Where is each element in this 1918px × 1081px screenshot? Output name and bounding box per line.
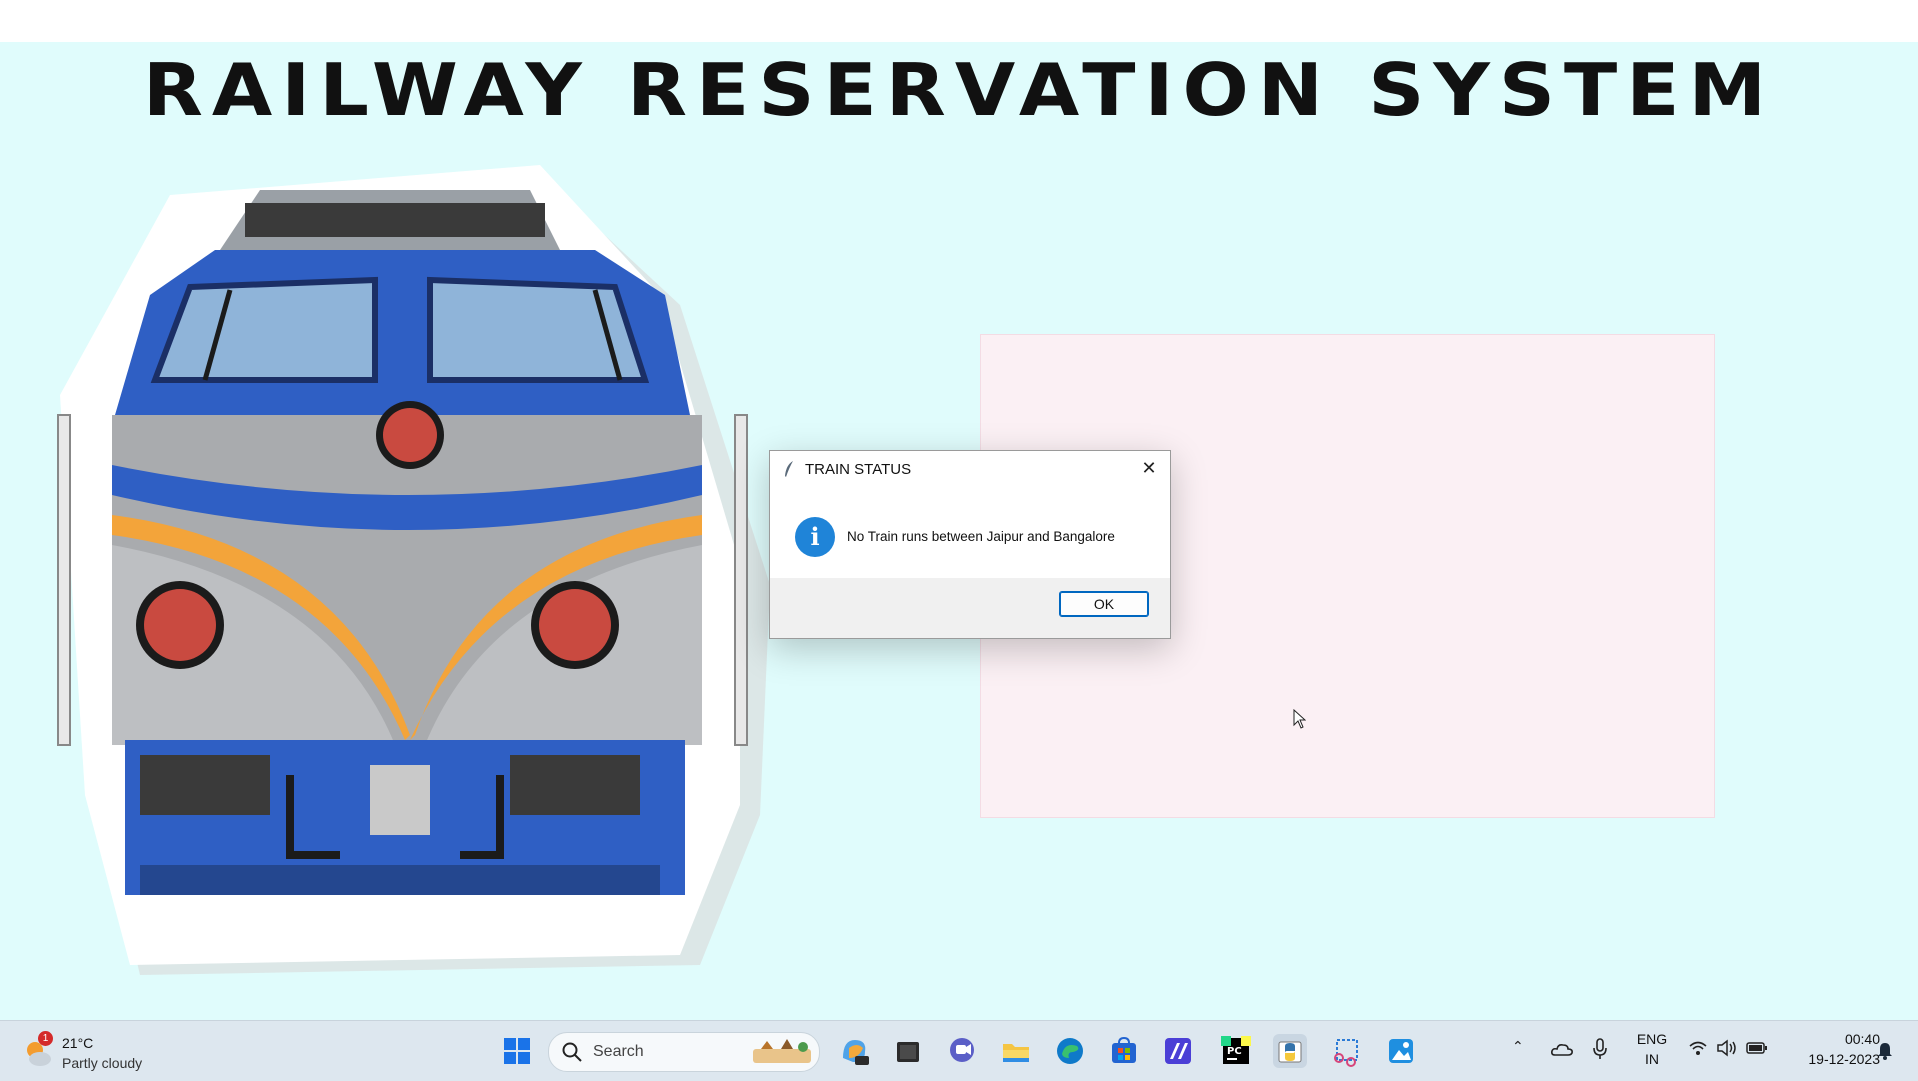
show-hidden-icons-chevron-icon[interactable]: ⌃ (1512, 1039, 1530, 1057)
copilot-icon[interactable] (837, 1034, 871, 1068)
notification-bell-icon[interactable] (1876, 1041, 1894, 1061)
dialog-titlebar[interactable]: TRAIN STATUS ✕ (770, 451, 1170, 487)
clock-date[interactable]: 19-12-2023 (1780, 1051, 1880, 1067)
onedrive-cloud-icon[interactable] (1550, 1039, 1574, 1059)
ok-button[interactable]: OK (1059, 591, 1149, 617)
dialog-title: TRAIN STATUS (805, 461, 912, 478)
dialog-message: No Train runs between Jaipur and Bangalo… (847, 529, 1115, 544)
clock-time[interactable]: 00:40 (1820, 1031, 1880, 1047)
edge-icon[interactable] (1053, 1034, 1087, 1068)
mouse-cursor-icon (1293, 709, 1306, 729)
app-title: RAILWAY RESERVATION SYSTEM (142, 49, 1776, 133)
microphone-icon[interactable] (1592, 1037, 1608, 1061)
weather-condition: Partly cloudy (62, 1055, 143, 1071)
search-label: Search (593, 1043, 644, 1060)
train-illustration (57, 165, 770, 975)
close-icon[interactable]: ✕ (1134, 455, 1164, 483)
dialog-footer: OK (770, 578, 1170, 638)
weather-temperature: 21°C (62, 1035, 94, 1051)
snipping-tool-icon[interactable] (1329, 1034, 1363, 1068)
wifi-icon[interactable] (1688, 1039, 1708, 1057)
file-manager-icon[interactable] (891, 1034, 925, 1068)
file-explorer-icon[interactable] (999, 1034, 1033, 1068)
pycharm-icon[interactable]: PC (1219, 1034, 1253, 1068)
dialog-body: i No Train runs between Jaipur and Banga… (770, 487, 1170, 578)
microsoft-store-icon[interactable] (1107, 1034, 1141, 1068)
train-status-dialog: TRAIN STATUS ✕ i No Train runs between J… (769, 450, 1171, 639)
region-indicator[interactable]: IN (1634, 1051, 1670, 1067)
feather-app-icon (785, 461, 793, 477)
volume-icon[interactable] (1716, 1039, 1738, 1057)
weather-widget[interactable]: 1 21°C Partly cloudy (22, 1031, 182, 1075)
search-icon (562, 1042, 582, 1062)
search-highlight-icon (753, 1039, 811, 1063)
python-idle-icon[interactable] (1273, 1034, 1307, 1068)
photos-icon[interactable] (1384, 1034, 1418, 1068)
taskbar-search[interactable]: Search (548, 1032, 820, 1072)
taskbar: 1 21°C Partly cloudy Search PC ⌃ ENG IN … (0, 1020, 1918, 1081)
top-window-strip (0, 0, 1918, 42)
svg-text:PC: PC (1227, 1046, 1242, 1057)
app-icon[interactable] (1161, 1034, 1195, 1068)
weather-notification-badge: 1 (38, 1031, 53, 1046)
info-icon: i (795, 517, 835, 557)
teams-chat-icon[interactable] (945, 1034, 979, 1068)
language-indicator[interactable]: ENG (1634, 1031, 1670, 1047)
battery-icon[interactable] (1746, 1041, 1768, 1055)
windows-start-icon[interactable] (500, 1034, 534, 1068)
